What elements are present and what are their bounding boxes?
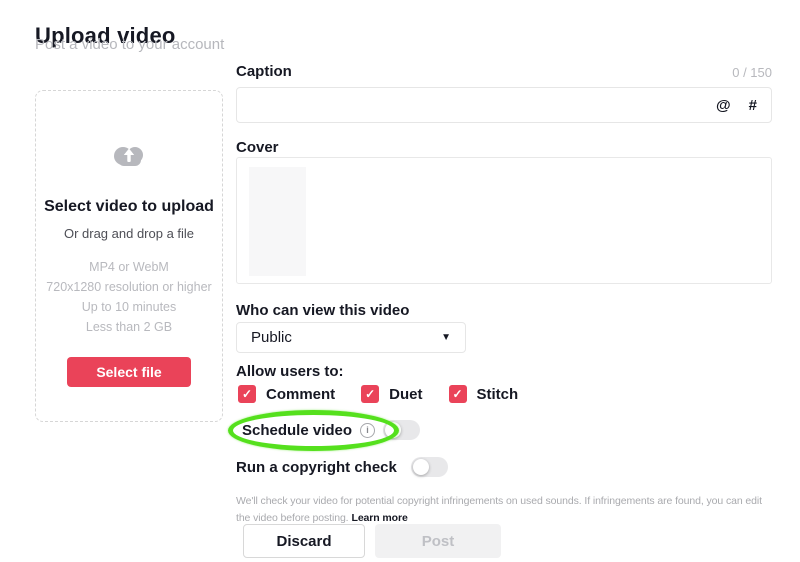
chevron-down-icon: ▼ [441, 332, 451, 343]
schedule-video-label: Schedule video [242, 422, 352, 439]
copyright-check-label: Run a copyright check [236, 459, 397, 476]
checkbox-checked-icon[interactable]: ✓ [449, 385, 467, 403]
visibility-selected-value: Public [251, 329, 292, 346]
checkbox-stitch[interactable]: ✓ Stitch [449, 385, 519, 403]
schedule-video-row: Schedule video i [242, 420, 420, 440]
upload-spec-size: Less than 2 GB [86, 317, 172, 337]
checkbox-duet[interactable]: ✓ Duet [361, 385, 422, 403]
caption-char-counter: 0 / 150 [732, 65, 772, 80]
cover-thumbnail-placeholder[interactable] [249, 167, 306, 276]
checkbox-duet-label: Duet [389, 386, 422, 403]
cover-label: Cover [236, 139, 279, 156]
checkbox-comment[interactable]: ✓ Comment [238, 385, 335, 403]
upload-heading: Select video to upload [44, 198, 214, 216]
page-subtitle: Post a video to your account [35, 36, 224, 53]
checkbox-comment-label: Comment [266, 386, 335, 403]
checkbox-checked-icon[interactable]: ✓ [361, 385, 379, 403]
checkbox-checked-icon[interactable]: ✓ [238, 385, 256, 403]
hashtag-icon[interactable]: # [749, 97, 757, 114]
toggle-knob [413, 459, 429, 475]
visibility-label: Who can view this video [236, 302, 409, 319]
select-file-button[interactable]: Select file [67, 357, 191, 387]
copyright-check-row: Run a copyright check [236, 457, 448, 477]
post-button[interactable]: Post [375, 524, 501, 558]
copyright-description: We'll check your video for potential cop… [236, 493, 770, 528]
learn-more-link[interactable]: Learn more [352, 512, 408, 524]
caption-label: Caption [236, 63, 292, 80]
upload-video-page: Upload video Post a video to your accoun… [0, 0, 800, 562]
upload-spec-duration: Up to 10 minutes [82, 297, 177, 317]
cloud-upload-icon [110, 141, 148, 176]
upload-spec-resolution: 720x1280 resolution or higher [46, 277, 211, 297]
cover-selector[interactable] [236, 157, 772, 284]
caption-header: Caption 0 / 150 [236, 63, 772, 80]
copyright-description-text: We'll check your video for potential cop… [236, 495, 762, 524]
checkbox-stitch-label: Stitch [477, 386, 519, 403]
upload-subheading: Or drag and drop a file [64, 226, 194, 241]
upload-dropzone[interactable]: Select video to upload Or drag and drop … [35, 90, 223, 422]
visibility-dropdown[interactable]: Public ▼ [236, 322, 466, 353]
form-actions: Discard Post [243, 524, 501, 558]
mention-at-icon[interactable]: @ [716, 97, 731, 114]
caption-input[interactable] [251, 96, 698, 115]
allow-options-row: ✓ Comment ✓ Duet ✓ Stitch [238, 385, 518, 403]
discard-button[interactable]: Discard [243, 524, 365, 558]
upload-spec-format: MP4 or WebM [89, 257, 169, 277]
caption-field: @ # [236, 87, 772, 123]
info-icon[interactable]: i [360, 423, 375, 438]
schedule-video-toggle[interactable] [383, 420, 420, 440]
copyright-check-toggle[interactable] [411, 457, 448, 477]
allow-users-label: Allow users to: [236, 363, 344, 380]
toggle-knob [385, 422, 401, 438]
